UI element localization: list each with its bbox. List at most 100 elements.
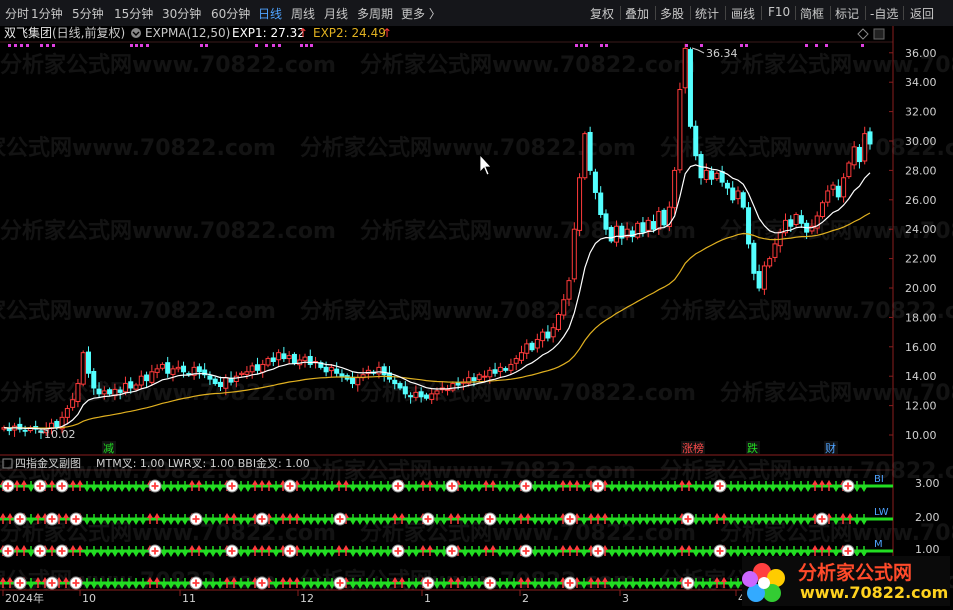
price-tick-label: 32.00	[905, 106, 937, 119]
event-tag-reduce[interactable]: 减	[103, 442, 114, 455]
candle-body	[534, 338, 540, 349]
restore-rights-button[interactable]: 复权	[590, 5, 614, 22]
sub-row-label: BI	[874, 474, 884, 485]
period-daily[interactable]: 日线	[258, 5, 282, 22]
event-tag-finance[interactable]: 财	[825, 441, 836, 455]
chart-area[interactable]: 双飞集团 (日线,前复权) EXPMA(12,50) EXP1: 27.32 ↑…	[0, 26, 953, 609]
period-30min[interactable]: 30分钟	[162, 5, 201, 22]
candle-body	[598, 192, 604, 215]
sub-row-label: LW	[874, 507, 889, 518]
candle-body	[434, 390, 440, 395]
period-more[interactable]: 更多 〉	[401, 5, 441, 22]
period-multi[interactable]: 多周期	[357, 5, 393, 22]
watermark-text: 分析家公式网www.70822.com	[360, 52, 696, 78]
candle-body	[445, 388, 451, 391]
candle-body	[212, 378, 218, 385]
candle-body	[128, 381, 134, 389]
toolbar-divider	[725, 6, 726, 20]
time-tick-label: 3	[622, 592, 629, 605]
candle-body	[735, 190, 741, 200]
period-1min[interactable]: 1分钟	[31, 5, 63, 22]
candle-body	[328, 366, 334, 372]
candle-body	[746, 207, 752, 245]
candle-body	[122, 383, 128, 393]
event-tag-drop[interactable]: 跌	[747, 441, 758, 455]
high-price-label: 36.34	[706, 47, 738, 60]
candle-body	[376, 366, 382, 375]
candle-body	[635, 222, 641, 238]
signal-dot	[745, 44, 748, 47]
event-tag-top-gainer[interactable]: 涨榜	[682, 441, 704, 455]
candle-body	[165, 362, 171, 374]
candle-body	[587, 131, 593, 171]
signal-dot	[861, 44, 864, 47]
signal-dot	[305, 44, 308, 47]
candle-body	[724, 182, 730, 189]
period-weekly[interactable]: 周线	[291, 5, 315, 22]
back-button[interactable]: 返回	[910, 5, 934, 22]
candle-body	[270, 357, 276, 362]
signal-dot	[200, 44, 203, 47]
price-tick-label: 20.00	[905, 282, 937, 295]
sub-panel-legend: MTM叉: 1.00 LWR叉: 1.00 BBI金叉: 1.00	[96, 456, 310, 470]
self-select-button[interactable]: -自选	[870, 5, 898, 22]
signal-dot	[700, 44, 703, 47]
candle-body	[85, 351, 91, 374]
mark-button[interactable]: 标记	[835, 5, 859, 22]
candle-body	[101, 390, 107, 395]
period-60min[interactable]: 60分钟	[211, 5, 250, 22]
period-5min[interactable]: 5分钟	[72, 5, 104, 22]
candle-body	[307, 356, 313, 365]
toolbar-divider	[655, 6, 656, 20]
candle-body	[851, 146, 857, 166]
signal-dot	[605, 44, 608, 47]
candle-body	[856, 146, 862, 163]
period-15min[interactable]: 15分钟	[114, 5, 153, 22]
candle-body	[709, 170, 715, 180]
candle-body	[402, 386, 408, 395]
logo-url: www.70822.com	[800, 583, 949, 602]
candle-body	[756, 271, 762, 289]
candle-body	[423, 394, 429, 399]
indicator-menu-icon[interactable]	[131, 28, 141, 38]
multi-stock-button[interactable]: 多股	[660, 5, 684, 22]
candle-body	[117, 389, 123, 393]
draw-line-button[interactable]: 画线	[731, 5, 755, 22]
candle-body	[350, 376, 356, 385]
candle-body	[471, 377, 477, 382]
statistics-button[interactable]: 统计	[695, 5, 719, 22]
period-monthly[interactable]: 月线	[324, 5, 348, 22]
sub-y-tick: 3.00	[915, 477, 940, 490]
signal-dot	[300, 44, 303, 47]
price-tick-label: 10.00	[905, 429, 937, 442]
sub-y-tick: 2.00	[915, 511, 940, 524]
candle-body	[70, 399, 76, 408]
signal-dot	[255, 44, 258, 47]
signal-dot	[310, 44, 313, 47]
candle-body	[529, 342, 535, 351]
candle-body	[661, 209, 667, 226]
candle-body	[672, 169, 678, 209]
f10-button[interactable]: F10	[768, 5, 790, 19]
period-tick[interactable]: 分时	[5, 5, 29, 22]
price-tick-label: 16.00	[905, 341, 937, 354]
candle-body	[291, 353, 297, 364]
panel-toggle-icon[interactable]	[873, 28, 885, 40]
time-tick-label: 2024年	[5, 591, 44, 605]
candle-body	[249, 365, 255, 373]
candle-body	[862, 133, 868, 162]
overlay-button[interactable]: 叠加	[625, 5, 649, 22]
candle-body	[719, 171, 725, 183]
toolbar-divider	[620, 6, 621, 20]
price-tick-label: 22.00	[905, 253, 937, 266]
candle-body	[767, 258, 773, 267]
signal-dot	[740, 44, 743, 47]
signal-dot	[52, 44, 55, 47]
candle-body	[508, 363, 514, 371]
candle-body	[761, 265, 767, 290]
candle-body	[429, 393, 435, 400]
simple-frame-button[interactable]: 简框	[800, 5, 824, 22]
indicator-name: EXPMA(12,50)	[145, 26, 230, 40]
signal-dot	[135, 44, 138, 47]
candle-body	[798, 215, 804, 224]
